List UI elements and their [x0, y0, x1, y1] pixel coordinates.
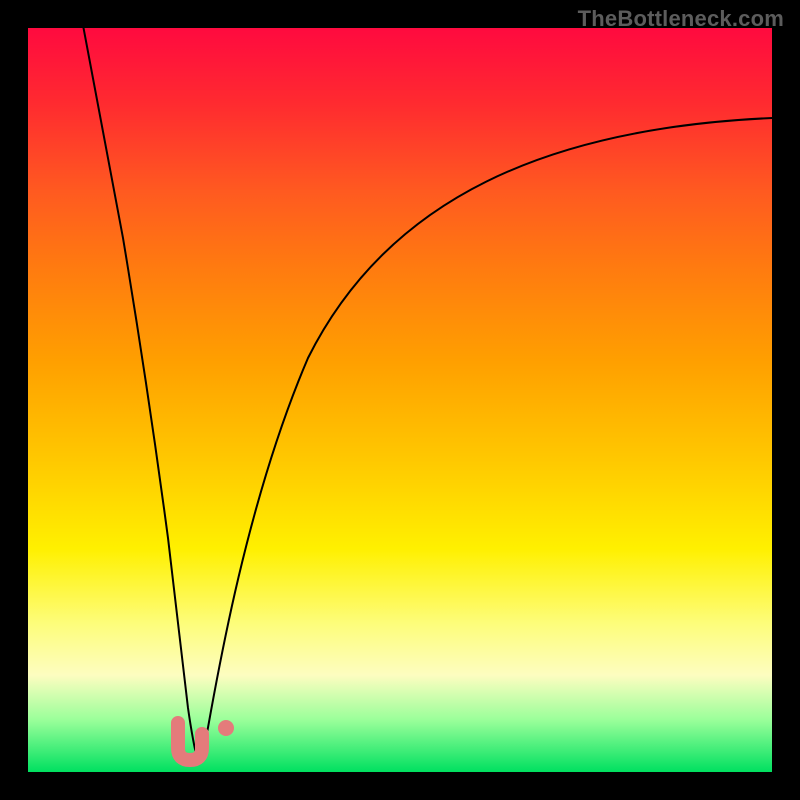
- curve-left-branch: [76, 0, 198, 762]
- chart-frame: TheBottleneck.com: [0, 0, 800, 800]
- curve-right-branch: [202, 118, 772, 762]
- chart-plot-area: [28, 28, 772, 772]
- watermark-text: TheBottleneck.com: [578, 6, 784, 32]
- chart-svg: [28, 28, 772, 772]
- trough-dot-icon: [218, 720, 234, 736]
- trough-u-marker-icon: [178, 723, 202, 760]
